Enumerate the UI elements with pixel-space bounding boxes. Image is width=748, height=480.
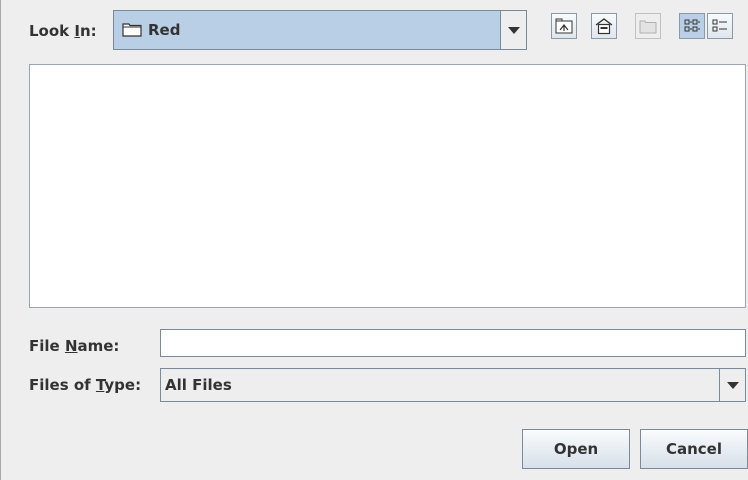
file-name-label: File Name: [29, 337, 119, 355]
look-in-value: Red [148, 21, 181, 39]
files-of-type-label-suffix: ype: [104, 376, 142, 394]
files-of-type-dropdown-button[interactable] [719, 369, 745, 401]
file-name-label-prefix: File [29, 337, 65, 355]
new-folder-icon [639, 20, 657, 33]
file-list[interactable] [29, 64, 746, 308]
details-view-button[interactable] [707, 13, 733, 39]
up-one-level-button[interactable] [551, 13, 577, 39]
home-button[interactable] [591, 13, 617, 39]
files-of-type-combo[interactable]: All Files [160, 368, 746, 402]
folder-icon [122, 23, 142, 37]
look-in-label: Look In: [29, 22, 97, 40]
new-folder-button[interactable] [635, 13, 661, 39]
up-folder-icon [555, 18, 573, 34]
cancel-button[interactable]: Cancel [640, 429, 748, 469]
file-name-input[interactable] [160, 329, 746, 357]
files-of-type-value: All Files [165, 376, 232, 394]
details-view-icon [712, 19, 727, 32]
chevron-down-icon [507, 26, 520, 34]
file-name-label-mnemonic: N [64, 337, 78, 355]
look-in-combo[interactable]: Red [113, 10, 527, 50]
list-view-button[interactable] [679, 13, 705, 39]
files-of-type-label-prefix: Files of [29, 376, 96, 394]
files-of-type-label: Files of Type: [29, 376, 141, 394]
look-in-dropdown-button[interactable] [500, 11, 526, 49]
list-view-icon [684, 19, 700, 32]
file-chooser-dialog: Look In: Red File Name: Files of Type: A… [0, 0, 748, 480]
file-name-label-suffix: ame: [77, 337, 120, 355]
open-button[interactable]: Open [522, 429, 630, 469]
look-in-label-prefix: Look [29, 22, 75, 40]
home-icon [595, 18, 613, 35]
chevron-down-icon [726, 381, 739, 389]
look-in-label-suffix: n: [79, 22, 97, 40]
